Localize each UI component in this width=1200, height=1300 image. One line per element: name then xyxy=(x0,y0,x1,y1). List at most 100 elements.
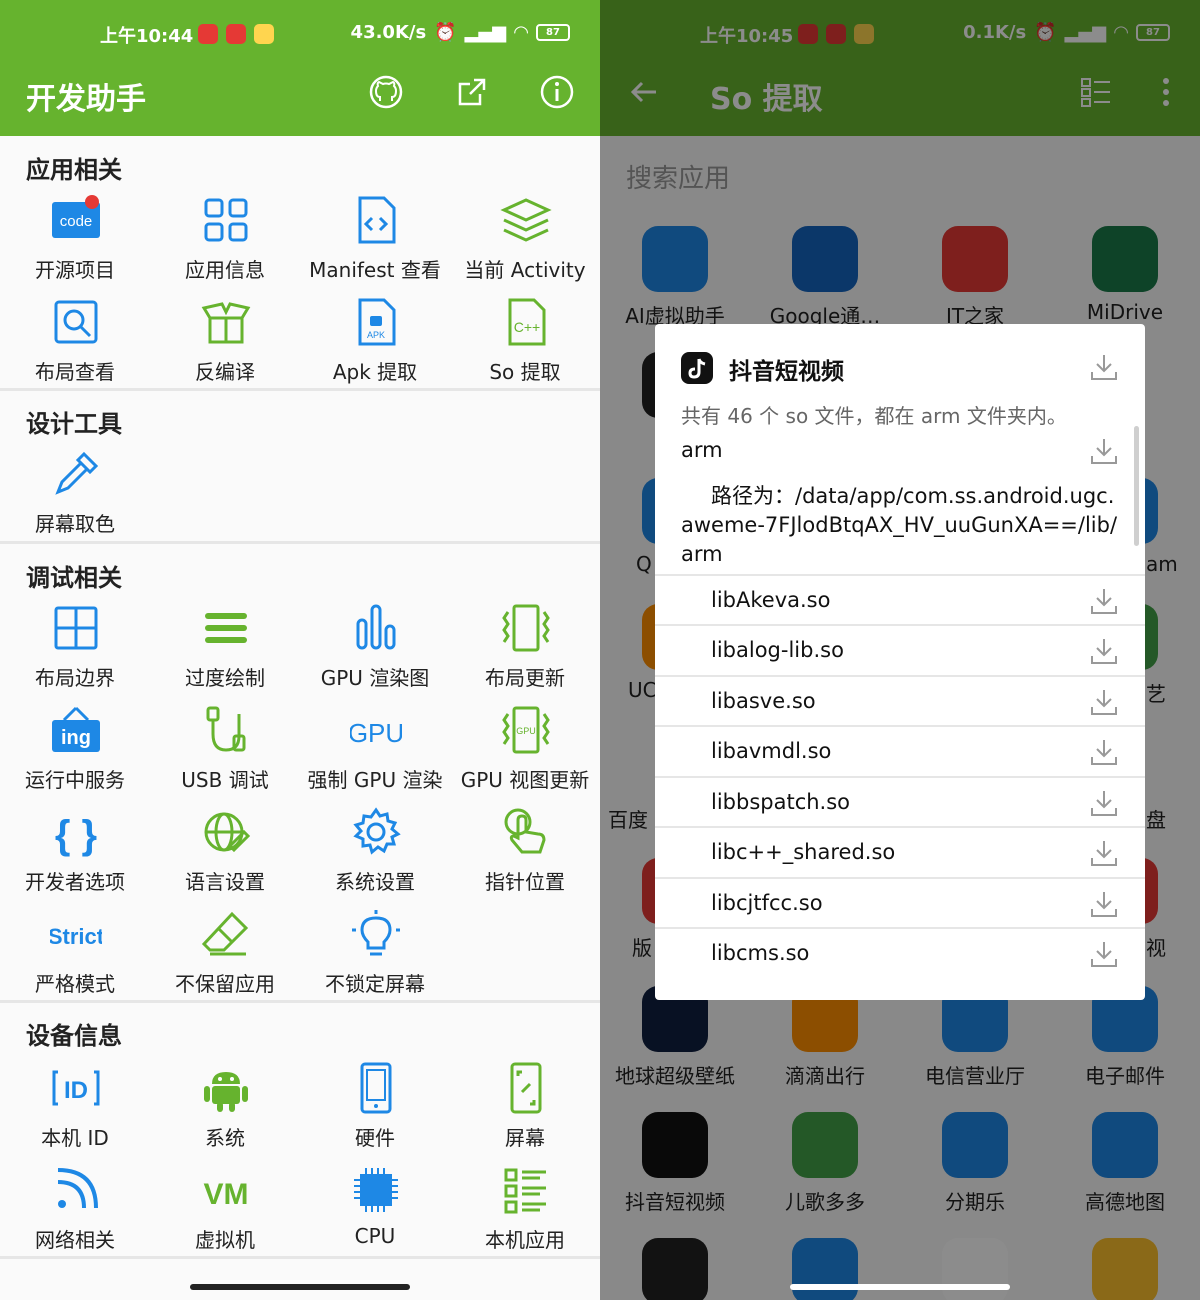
notification-icons xyxy=(198,24,274,44)
force-gpu-item[interactable]: GPU 强制 GPU 渲染 xyxy=(300,704,450,804)
section-title-design: 设计工具 xyxy=(26,410,122,438)
screen-item[interactable]: 屏幕 xyxy=(450,1062,600,1162)
apk-file-icon: APK xyxy=(358,298,396,346)
usb-cable-icon xyxy=(206,706,246,752)
apk-extract-item[interactable]: APK Apk 提取 xyxy=(300,296,450,396)
so-file-row[interactable]: libavmdl.so xyxy=(655,725,1145,775)
android-icon xyxy=(204,1072,248,1112)
layout-update-item[interactable]: 布局更新 xyxy=(450,602,600,702)
so-file-row[interactable]: libasve.so xyxy=(655,675,1145,725)
overdraw-item[interactable]: 过度绘制 xyxy=(150,602,300,702)
xml-file-icon xyxy=(358,196,396,244)
so-extract-item[interactable]: C++ So 提取 xyxy=(450,296,600,396)
home-indicator[interactable] xyxy=(190,1284,410,1290)
download-icon[interactable] xyxy=(1089,737,1119,767)
language-settings-item[interactable]: 语言设置 xyxy=(150,806,300,906)
download-all-icon[interactable] xyxy=(1089,352,1119,382)
touch-hand-icon xyxy=(504,808,546,854)
arch-group-label: arm xyxy=(681,438,723,462)
virtual-machine-item[interactable]: VM 虚拟机 xyxy=(150,1164,300,1264)
eraser-icon xyxy=(201,911,249,956)
svg-text:Strict: Strict xyxy=(50,924,102,949)
dont-keep-apps-item[interactable]: 不保留应用 xyxy=(150,908,300,1008)
color-picker-item[interactable]: 屏幕取色 xyxy=(0,448,150,548)
svg-text:ID: ID xyxy=(64,1077,88,1104)
tiktok-app-icon xyxy=(681,352,713,384)
layout-bounds-item[interactable]: 布局边界 xyxy=(0,602,150,702)
rss-icon xyxy=(57,1168,98,1209)
so-file-row[interactable]: libcms.so xyxy=(655,927,1145,977)
divider xyxy=(0,388,600,391)
device-id-item[interactable]: ID 本机 ID xyxy=(0,1062,150,1162)
notification-icon xyxy=(198,24,218,44)
system-item[interactable]: 系统 xyxy=(150,1062,300,1162)
so-file-row[interactable]: libcjtfcc.so xyxy=(655,877,1145,927)
section-title-debug: 调试相关 xyxy=(26,564,122,592)
decompile-item[interactable]: 反编译 xyxy=(150,296,300,396)
app-info-item[interactable]: 应用信息 xyxy=(150,194,300,294)
network-speed: 43.0K/s xyxy=(350,22,427,43)
ing-sign-icon: ing xyxy=(52,706,100,752)
download-icon[interactable] xyxy=(1089,889,1119,919)
divider xyxy=(0,1000,600,1003)
open-box-icon xyxy=(201,302,251,344)
gear-icon xyxy=(353,807,401,855)
cpu-item[interactable]: CPU xyxy=(300,1164,450,1264)
cpu-chip-icon xyxy=(354,1168,398,1212)
so-file-row[interactable]: libc++_shared.so xyxy=(655,826,1145,876)
dialog-scrollbar[interactable] xyxy=(1134,426,1139,546)
gpu-view-update-item[interactable]: GPU GPU 视图更新 xyxy=(450,704,600,804)
svg-text:APK: APK xyxy=(367,330,385,340)
layers-icon xyxy=(500,198,552,242)
vm-text-icon: VM xyxy=(204,1178,249,1211)
info-icon[interactable] xyxy=(539,74,575,110)
hardware-item[interactable]: 硬件 xyxy=(300,1062,450,1162)
usb-debug-item[interactable]: USB 调试 xyxy=(150,704,300,804)
so-summary: 共有 46 个 so 文件，都在 arm 文件夹内。 xyxy=(681,404,1067,428)
download-icon[interactable] xyxy=(1089,838,1119,868)
layout-inspect-item[interactable]: 布局查看 xyxy=(0,296,150,396)
pointer-location-item[interactable]: 指针位置 xyxy=(450,806,600,906)
notification-icon xyxy=(226,24,246,44)
svg-text:GPU: GPU xyxy=(350,718,402,748)
battery-icon: 87 xyxy=(536,24,570,41)
layout-bounds-icon xyxy=(54,606,98,650)
so-file-row[interactable]: libbspatch.so xyxy=(655,776,1145,826)
dev-assistant-screen: 上午10:44 43.0K/s ⏰ ▂▄▆ ◠ 87 开发助手 应用相关 cod… xyxy=(0,0,600,1300)
svg-text:{ }: { } xyxy=(55,813,97,857)
so-file-row[interactable]: libalog-lib.so xyxy=(655,624,1145,674)
svg-text:C++: C++ xyxy=(514,319,540,335)
gpu-vibrate-icon: GPU xyxy=(502,706,550,754)
svg-text:VM: VM xyxy=(204,1178,249,1211)
current-activity-item[interactable]: 当前 Activity xyxy=(450,194,600,294)
download-group-icon[interactable] xyxy=(1089,436,1119,466)
download-icon[interactable] xyxy=(1089,687,1119,717)
strict-mode-item[interactable]: Strict 严格模式 xyxy=(0,908,150,1008)
gpu-render-graph-item[interactable]: GPU 渲染图 xyxy=(300,602,450,702)
local-apps-item[interactable]: 本机应用 xyxy=(450,1164,600,1264)
cpp-file-icon: C++ xyxy=(508,298,546,346)
download-icon[interactable] xyxy=(1089,939,1119,969)
home-indicator[interactable] xyxy=(790,1284,1010,1290)
divider xyxy=(0,1256,600,1259)
stay-awake-item[interactable]: 不锁定屏幕 xyxy=(300,908,450,1008)
download-icon[interactable] xyxy=(1089,788,1119,818)
so-file-row[interactable]: libAkeva.so xyxy=(655,574,1145,624)
dialog-app-name: 抖音短视频 xyxy=(729,359,844,385)
share-icon[interactable] xyxy=(454,74,490,110)
developer-options-item[interactable]: { } 开发者选项 xyxy=(0,806,150,906)
manifest-item[interactable]: Manifest 查看 xyxy=(300,194,450,294)
system-settings-item[interactable]: 系统设置 xyxy=(300,806,450,906)
lightbulb-icon xyxy=(352,910,400,956)
id-icon: ID xyxy=(52,1070,100,1106)
open-source-item[interactable]: code 开源项目 xyxy=(0,194,150,294)
gpu-text-icon: GPU xyxy=(350,718,402,748)
download-icon[interactable] xyxy=(1089,636,1119,666)
status-bar: 上午10:44 43.0K/s ⏰ ▂▄▆ ◠ 87 xyxy=(0,0,600,50)
network-item[interactable]: 网络相关 xyxy=(0,1164,150,1264)
running-services-item[interactable]: ing 运行中服务 xyxy=(0,704,150,804)
download-icon[interactable] xyxy=(1089,586,1119,616)
svg-text:code: code xyxy=(60,213,93,230)
wifi-icon: ◠ xyxy=(514,22,528,43)
github-icon[interactable] xyxy=(368,74,404,110)
